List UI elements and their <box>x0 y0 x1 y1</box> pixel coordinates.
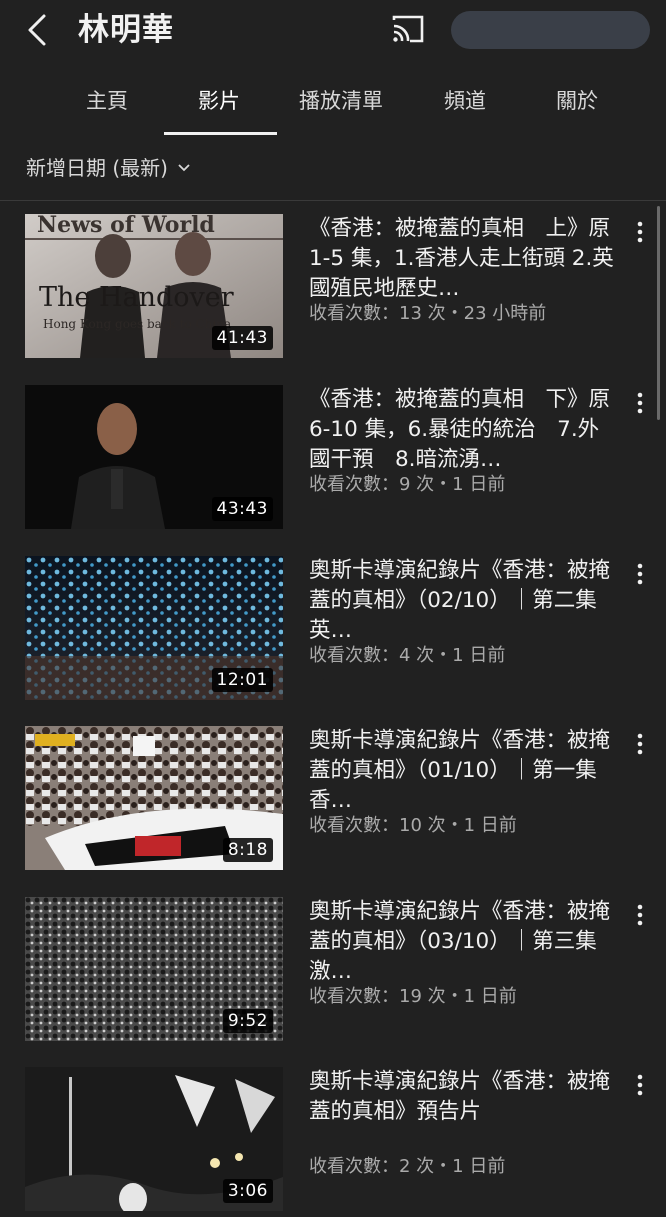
video-thumbnail[interactable]: 12:01 <box>25 556 283 700</box>
video-title[interactable]: 奧斯卡導演紀錄片《香港：被掩蓋的真相》（03/10）｜第三集 激… <box>309 897 619 987</box>
cast-icon[interactable] <box>390 14 426 44</box>
video-meta: 收看次數：19 次・1 日前 <box>309 986 517 1007</box>
scrollbar[interactable] <box>657 206 660 420</box>
video-thumbnail[interactable]: 43:43 <box>25 385 283 529</box>
video-title[interactable]: 奧斯卡導演紀錄片《香港：被掩蓋的真相》（02/10）｜第二集 英… <box>309 556 619 646</box>
video-thumbnail[interactable]: 9:52 <box>25 897 283 1041</box>
video-item[interactable]: 43:43 《香港：被掩蓋的真相 下》原 6-10 集，6.暴徒的統治 7.外國… <box>0 385 666 535</box>
thumbnail-subheadline: Hong Kong goes back to China <box>43 317 231 331</box>
video-title[interactable]: 奧斯卡導演紀錄片《香港：被掩蓋的真相》（01/10）｜第一集 香… <box>309 726 619 816</box>
more-vert-icon[interactable] <box>630 391 650 415</box>
tab-about[interactable]: 關於 <box>542 86 612 116</box>
video-meta: 收看次數：10 次・1 日前 <box>309 815 517 836</box>
video-title[interactable]: 奧斯卡導演紀錄片《香港：被掩蓋的真相》預告片 <box>309 1067 619 1127</box>
more-vert-icon[interactable] <box>630 903 650 927</box>
video-item[interactable]: 12:01 奧斯卡導演紀錄片《香港：被掩蓋的真相》（02/10）｜第二集 英… … <box>0 556 666 706</box>
tab-playlists[interactable]: 播放清單 <box>290 86 392 116</box>
chevron-down-icon <box>178 164 190 172</box>
video-duration: 41:43 <box>211 326 273 350</box>
more-vert-icon[interactable] <box>630 562 650 586</box>
video-meta: 收看次數：13 次・23 小時前 <box>309 303 547 324</box>
video-item[interactable]: 8:18 奧斯卡導演紀錄片《香港：被掩蓋的真相》（01/10）｜第一集 香… 收… <box>0 726 666 876</box>
video-duration: 9:52 <box>222 1009 273 1033</box>
video-item[interactable]: 9:52 奧斯卡導演紀錄片《香港：被掩蓋的真相》（03/10）｜第三集 激… 收… <box>0 897 666 1047</box>
video-duration: 12:01 <box>211 668 273 692</box>
sort-dropdown[interactable]: 新增日期 (最新) <box>26 152 192 184</box>
channel-tabs: 主頁 影片 播放清單 頻道 關於 <box>0 70 666 136</box>
video-item[interactable]: 3:06 奧斯卡導演紀錄片《香港：被掩蓋的真相》預告片 收看次數：2 次・1 日… <box>0 1067 666 1217</box>
video-meta: 收看次數：4 次・1 日前 <box>309 645 506 666</box>
account-pill[interactable] <box>451 11 650 49</box>
tab-videos[interactable]: 影片 <box>184 86 254 116</box>
video-thumbnail[interactable]: 8:18 <box>25 726 283 870</box>
more-vert-icon[interactable] <box>630 732 650 756</box>
video-title[interactable]: 《香港：被掩蓋的真相 下》原 6-10 集，6.暴徒的統治 7.外國干預 8.暗… <box>309 385 619 475</box>
video-title[interactable]: 《香港：被掩蓋的真相 上》原 1-5 集，1.香港人走上街頭 2.英國殖民地歷史… <box>309 214 619 304</box>
video-duration: 3:06 <box>222 1179 273 1203</box>
video-meta: 收看次數：2 次・1 日前 <box>309 1156 506 1177</box>
thumbnail-headline: The Handover <box>39 282 234 313</box>
top-app-bar: 林明華 <box>0 0 666 62</box>
chevron-left-icon[interactable] <box>22 10 56 50</box>
video-item[interactable]: News of World The Handover Hong Kong goe… <box>0 214 666 364</box>
tab-channels[interactable]: 頻道 <box>430 86 500 116</box>
more-vert-icon[interactable] <box>630 1073 650 1097</box>
active-tab-indicator <box>164 132 277 135</box>
tab-home[interactable]: 主頁 <box>72 86 142 116</box>
video-thumbnail[interactable]: News of World The Handover Hong Kong goe… <box>25 214 283 358</box>
sort-label: 新增日期 (最新) <box>26 156 168 180</box>
more-vert-icon[interactable] <box>630 220 650 244</box>
video-meta: 收看次數：9 次・1 日前 <box>309 474 506 495</box>
video-thumbnail[interactable]: 3:06 <box>25 1067 283 1211</box>
video-duration: 8:18 <box>222 838 273 862</box>
channel-title: 林明華 <box>78 12 174 48</box>
video-duration: 43:43 <box>211 497 273 521</box>
divider <box>0 200 666 201</box>
